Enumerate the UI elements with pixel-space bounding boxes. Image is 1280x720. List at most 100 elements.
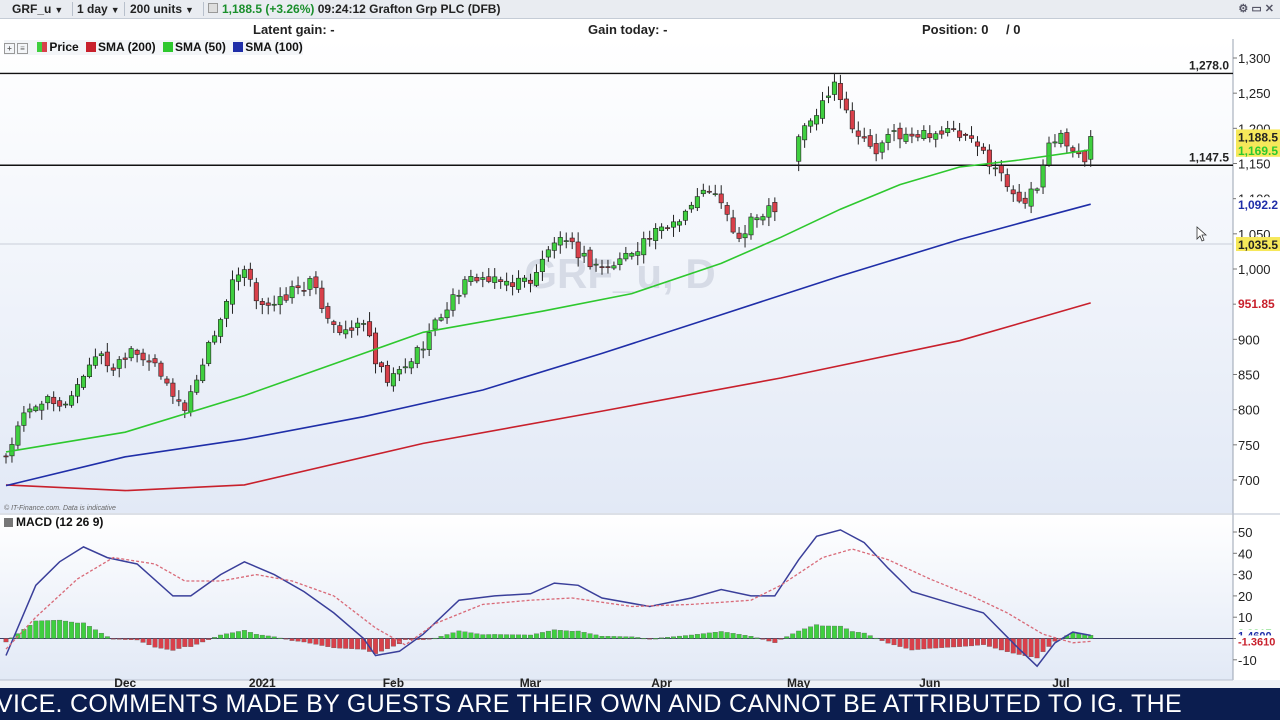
indicator-settings-icon[interactable] [4,518,13,527]
legend-price[interactable]: Price [49,40,78,54]
candle-body [367,321,373,337]
macd-bar [265,635,271,639]
expand-icon[interactable]: ▭ [1251,3,1261,15]
x-tick-label: Apr [651,676,672,688]
settings-icon[interactable]: ≡ [17,43,28,54]
macd-bar [569,631,575,639]
macd-bar [688,634,694,639]
macd-bar [325,638,331,647]
macd-bar [1040,638,1046,652]
units-dropdown[interactable]: 200 units ▼ [130,0,194,18]
settings-icon[interactable]: ⚙ [1238,3,1248,15]
candle-body [271,303,277,306]
macd-bar [402,638,408,640]
candle-body [885,134,891,143]
macd-bar [176,638,182,649]
macd-bar [122,638,128,640]
candle-body [27,408,33,413]
candle-body [635,251,641,256]
latent-gain: Latent gain: - [253,22,335,37]
candle-body [486,276,492,282]
candle-body [939,130,945,135]
y-tick-label: 1,000 [1238,262,1271,277]
candle-body [742,233,748,239]
y-tick-label: 700 [1238,473,1260,488]
add-icon[interactable]: + [4,43,15,54]
candle-body [1040,165,1046,188]
macd-bar [218,634,224,639]
candle-body [533,272,539,286]
candle-body [146,360,152,363]
macd-bar [81,622,86,639]
macd-bar [903,638,909,649]
candle-body [134,349,140,355]
macd-bar [885,638,891,644]
candle-body [33,406,39,412]
candle-body [289,286,295,299]
macd-bar [343,638,349,649]
macd-bar [57,619,63,639]
macd-bar [730,633,736,639]
macd-bar [116,638,122,640]
macd-bar [33,620,39,639]
macd-label[interactable]: MACD (12 26 9) [16,515,103,529]
candle-body [831,81,837,95]
macd-bar [337,638,343,649]
chart-canvas[interactable]: GRF_u, D7007508008509001,0001,0501,1001,… [0,0,1280,688]
macd-bar [605,636,611,639]
window-controls: ⚙ ▭ ✕ [1238,0,1274,18]
legend-sma100[interactable]: SMA (100) [245,40,303,54]
symbol-dropdown[interactable]: GRF_u ▼ [12,0,63,18]
candle-body [587,249,593,268]
sma100-swatch [233,42,244,52]
candle-body [57,400,63,407]
price-tag-label: 1,169.5 [1238,144,1278,158]
macd-bar [963,638,969,647]
candle-body [516,277,522,290]
candle-body [980,146,986,151]
macd-bar [563,630,569,639]
candle-body [21,412,27,426]
macd-bar [843,628,849,639]
macd-bar [349,638,355,649]
candle-body [51,396,57,405]
chevron-down-icon: ▼ [54,5,64,15]
macd-bar [998,638,1004,651]
macd-bar [647,638,653,640]
candle-body [682,210,688,221]
candle-body [796,136,802,162]
macd-bar [69,621,75,639]
candle-body [551,242,557,251]
macd-bar [373,638,378,654]
candle-body [837,83,843,101]
candle-body [611,265,617,269]
macd-bar [814,624,820,639]
candle-body [444,309,450,319]
candle-body [694,196,700,209]
x-tick-label: Jun [919,676,940,688]
macd-bar [837,625,843,639]
level-label: 1,278.0 [1189,58,1229,72]
candle-body [343,329,349,335]
macd-bar [241,630,247,639]
legend-sma200[interactable]: SMA (200) [98,40,156,54]
macd-bar [575,630,581,639]
candle-body [450,294,456,311]
candle-body [319,287,325,309]
macd-bar [808,626,814,639]
symbol-label: GRF_u [12,2,52,16]
candle-body [665,227,671,229]
macd-bar [879,638,885,641]
macd-bar [200,638,206,643]
macd-bar [462,631,468,639]
candle-body [128,348,134,359]
candle-body [229,279,235,305]
macd-bar [933,638,939,649]
interval-dropdown[interactable]: 1 day ▼ [77,0,120,18]
candle-body [1052,141,1058,144]
candle-body [855,130,861,137]
candle-body [1034,188,1040,191]
close-icon[interactable]: ✕ [1265,3,1274,15]
legend-sma50[interactable]: SMA (50) [175,40,226,54]
macd-bar [319,638,325,646]
